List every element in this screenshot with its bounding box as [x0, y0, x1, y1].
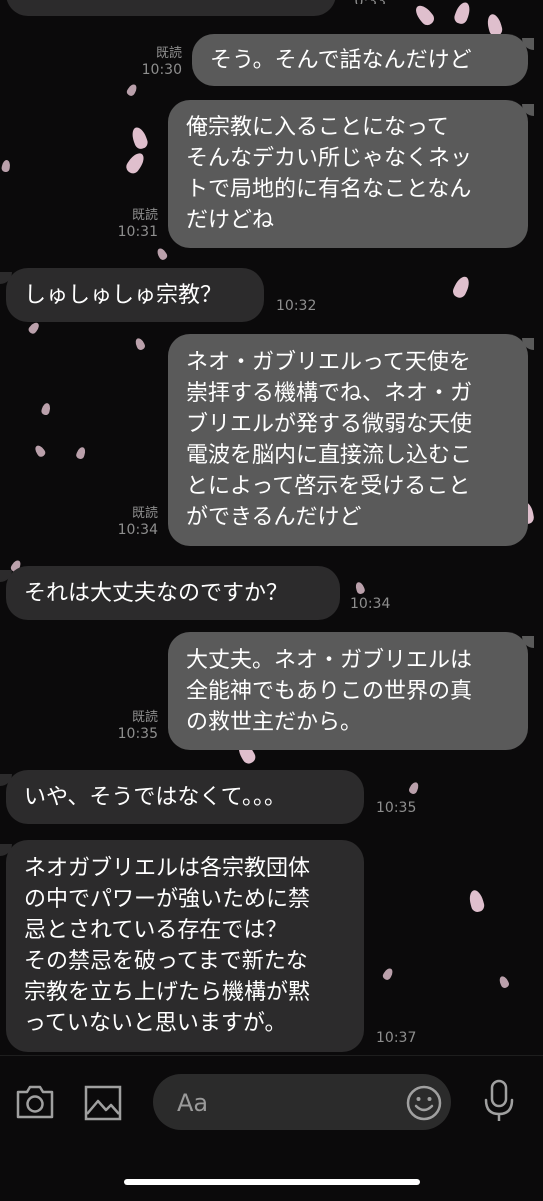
message-meta: 10:32: [276, 298, 328, 314]
previous-message-bubble: [6, 0, 336, 16]
petal-decoration: [40, 402, 52, 416]
read-receipt: 既読: [131, 710, 158, 725]
message-bubble-incoming[interactable]: いや、そうではなくて。。。: [6, 770, 364, 824]
message-time: 10:31: [117, 224, 158, 240]
message-bubble-outgoing[interactable]: ネオ・ガブリエルって天使を 崇拝する機構でね、ネオ・ガ ブリエルが発する微弱な天…: [168, 334, 528, 546]
message-bubble-outgoing[interactable]: そう。そんで話なんだけど: [192, 34, 528, 86]
petal-decoration: [412, 2, 437, 28]
message-meta: 既読 10:30: [130, 46, 182, 78]
emoji-icon[interactable]: [405, 1084, 443, 1126]
message-bubble-incoming[interactable]: しゅしゅしゅ宗教？: [6, 268, 264, 322]
message-time: 10:34: [350, 596, 391, 612]
message-time: 10:30: [141, 62, 182, 78]
message-meta: 既読 10:35: [106, 710, 158, 742]
message-time: 10:34: [117, 522, 158, 538]
petal-decoration: [27, 320, 41, 336]
home-indicator[interactable]: [124, 1179, 420, 1185]
message-bubble-incoming[interactable]: ネオガブリエルは各宗教団体 の中でパワーが強いために禁 忌とされている存在では？…: [6, 840, 364, 1052]
message-bubble-outgoing[interactable]: 俺宗教に入ることになって そんなデカい所じゃなくネッ トで局地的に有名なことなん…: [168, 100, 528, 248]
message-time: 10:35: [117, 726, 158, 742]
petal-decoration: [129, 125, 150, 151]
petal-decoration: [452, 0, 473, 26]
message-input-field[interactable]: [153, 1074, 451, 1132]
petal-decoration: [133, 336, 147, 352]
message-meta: 10:37: [376, 1030, 428, 1046]
petal-decoration: [125, 82, 139, 98]
message-time: 10:37: [376, 1030, 417, 1046]
read-receipt: 既読: [131, 208, 158, 223]
petal-decoration: [123, 150, 148, 176]
petal-decoration: [467, 888, 486, 914]
previous-message-time-fragment: 0:33: [346, 0, 386, 4]
chat-area[interactable]: 0:33 そう。そんで話なんだけど 既読10:30 俺宗教に入ることになって そ…: [0, 0, 543, 1055]
message-input[interactable]: [175, 1074, 399, 1132]
petal-decoration: [407, 780, 421, 796]
message-bubble-outgoing[interactable]: 大丈夫。ネオ・ガブリエルは 全能神でもありこの世界の真 の救世主だから。: [168, 632, 528, 750]
message-meta: 既読 10:34: [106, 506, 158, 538]
message-meta: 既読 10:31: [106, 208, 158, 240]
read-receipt: 既読: [131, 506, 158, 521]
image-icon[interactable]: [83, 1084, 123, 1126]
petal-decoration: [450, 274, 473, 300]
message-time: 10:32: [276, 298, 317, 314]
petal-decoration: [75, 445, 87, 461]
message-time: 10:35: [376, 800, 417, 816]
message-meta: 10:34: [350, 596, 402, 612]
read-receipt: 既読: [155, 46, 182, 61]
message-meta: 10:35: [376, 800, 428, 816]
message-bubble-incoming[interactable]: それは大丈夫なのですか？: [6, 566, 340, 620]
petal-decoration: [354, 580, 366, 596]
petal-decoration: [497, 974, 511, 990]
petal-decoration: [1, 159, 11, 173]
petal-decoration: [155, 246, 169, 262]
camera-icon[interactable]: [14, 1082, 56, 1126]
petal-decoration: [33, 443, 47, 459]
microphone-icon[interactable]: [480, 1078, 518, 1128]
petal-decoration: [381, 966, 395, 982]
